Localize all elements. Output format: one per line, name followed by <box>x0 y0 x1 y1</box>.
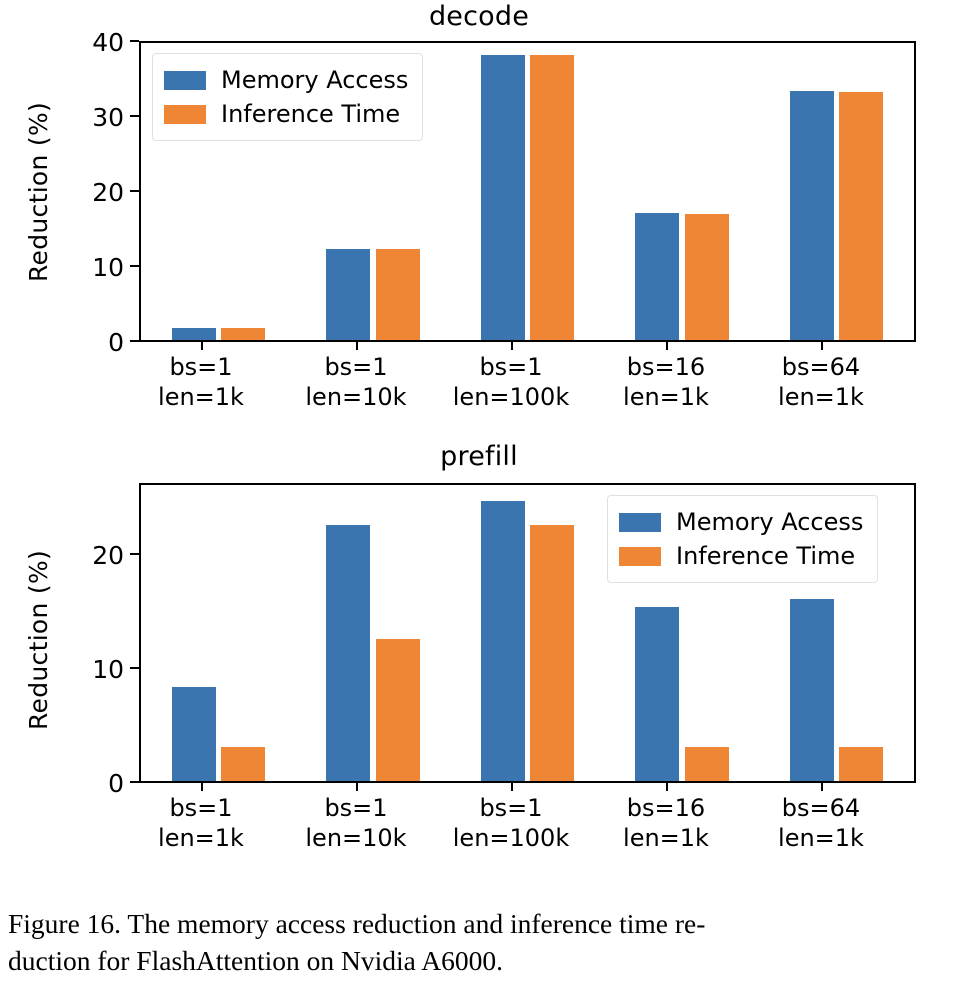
y-tick-mark-prefill-20 <box>130 553 139 556</box>
x-tick-label-prefill-2: bs=1 len=100k <box>436 793 586 853</box>
bar-decode-3-1 <box>684 213 729 340</box>
x-tick-mark-prefill-1 <box>356 782 359 791</box>
figure-16: decode Reduction (%) 0 10 20 30 40 bs=1 … <box>0 0 958 998</box>
bar-prefill-4-0 <box>789 599 834 781</box>
legend-swatch-inference-time-icon <box>619 546 661 566</box>
x-tick-mark-prefill-3 <box>666 782 669 791</box>
bar-prefill-4-1 <box>839 747 884 781</box>
x-tick-label-prefill-0: bs=1 len=1k <box>126 793 276 853</box>
bar-decode-0-1 <box>221 328 266 340</box>
legend-decode: Memory Access Inference Time <box>152 53 424 141</box>
y-tick-mark-decode-20 <box>130 190 139 193</box>
x-tick-label-prefill-3: bs=16 len=1k <box>591 793 741 853</box>
x-tick-label-decode-2-line1: bs=1 <box>479 353 543 381</box>
x-tick-label-decode-1-line1: bs=1 <box>324 353 388 381</box>
bar-decode-2-1 <box>530 54 575 340</box>
x-tick-label-decode-1-line2: len=10k <box>305 383 407 411</box>
x-tick-label-decode-0-line2: len=1k <box>158 383 244 411</box>
y-tick-label-decode-10: 10 <box>92 253 124 282</box>
chart-panel-prefill: prefill Reduction (%) 0 10 20 bs=1 len=1… <box>0 440 958 880</box>
x-tick-label-prefill-3-line2: len=1k <box>623 824 709 852</box>
legend-label-decode-1: Inference Time <box>221 100 401 128</box>
legend-item-decode-1[interactable]: Inference Time <box>164 97 408 131</box>
x-tick-mark-decode-0 <box>201 341 204 350</box>
bar-decode-0-0 <box>171 328 216 340</box>
legend-label-decode-0: Memory Access <box>221 66 409 94</box>
y-tick-mark-prefill-10 <box>130 667 139 670</box>
y-tick-label-decode-20: 20 <box>92 178 124 207</box>
x-tick-label-prefill-4-line1: bs=64 <box>781 794 861 822</box>
x-tick-mark-decode-1 <box>356 341 359 350</box>
x-tick-mark-prefill-0 <box>201 782 204 791</box>
y-tick-mark-decode-0 <box>130 340 139 343</box>
x-tick-label-decode-3-line1: bs=16 <box>626 353 706 381</box>
y-tick-label-prefill-20: 20 <box>92 541 124 570</box>
x-tick-mark-prefill-2 <box>511 782 514 791</box>
legend-item-prefill-0[interactable]: Memory Access <box>619 505 863 539</box>
bar-prefill-1-1 <box>375 638 420 781</box>
y-tick-label-prefill-10: 10 <box>92 655 124 684</box>
y-tick-mark-decode-40 <box>130 40 139 43</box>
y-tick-label-decode-0: 0 <box>108 328 124 357</box>
x-tick-label-decode-4-line1: bs=64 <box>781 353 861 381</box>
y-tick-mark-decode-10 <box>130 265 139 268</box>
x-tick-label-decode-4-line2: len=1k <box>778 383 864 411</box>
legend-label-prefill-1: Inference Time <box>676 542 856 570</box>
bar-prefill-0-0 <box>171 687 216 781</box>
legend-swatch-memory-access-icon <box>619 512 661 532</box>
bar-prefill-0-1 <box>221 747 266 781</box>
bar-prefill-1-0 <box>326 524 371 781</box>
chart-panel-decode: decode Reduction (%) 0 10 20 30 40 bs=1 … <box>0 0 958 430</box>
bar-decode-1-0 <box>326 248 371 340</box>
x-tick-mark-prefill-4 <box>821 782 824 791</box>
x-tick-label-decode-0: bs=1 len=1k <box>126 352 276 412</box>
bar-prefill-2-0 <box>480 500 525 781</box>
bar-decode-4-1 <box>839 92 884 340</box>
y-axis-label-prefill: Reduction (%) <box>24 549 53 730</box>
figure-caption: Figure 16. The memory access reduction a… <box>8 905 952 979</box>
y-tick-label-prefill-0: 0 <box>108 769 124 798</box>
x-tick-mark-decode-4 <box>821 341 824 350</box>
x-tick-label-decode-2-line2: len=100k <box>452 383 570 411</box>
x-tick-mark-decode-2 <box>511 341 514 350</box>
bar-decode-2-0 <box>480 54 525 340</box>
legend-item-prefill-1[interactable]: Inference Time <box>619 539 863 573</box>
bar-decode-1-1 <box>375 248 420 340</box>
x-tick-label-decode-2: bs=1 len=100k <box>436 352 586 412</box>
y-tick-mark-prefill-0 <box>130 781 139 784</box>
bar-prefill-2-1 <box>530 524 575 781</box>
x-tick-label-decode-1: bs=1 len=10k <box>281 352 431 412</box>
x-tick-label-prefill-1-line2: len=10k <box>305 824 407 852</box>
legend-prefill: Memory Access Inference Time <box>607 495 879 583</box>
x-tick-label-decode-3-line2: len=1k <box>623 383 709 411</box>
x-tick-label-prefill-1-line1: bs=1 <box>324 794 388 822</box>
legend-swatch-memory-access-icon <box>164 70 206 90</box>
chart-title-decode: decode <box>428 1 530 32</box>
x-tick-label-prefill-0-line1: bs=1 <box>169 794 233 822</box>
y-tick-mark-decode-30 <box>130 115 139 118</box>
x-tick-label-prefill-2-line2: len=100k <box>452 824 570 852</box>
x-tick-label-prefill-4: bs=64 len=1k <box>746 793 896 853</box>
figure-caption-line-1: Figure 16. The memory access reduction a… <box>8 908 706 939</box>
x-tick-label-prefill-1: bs=1 len=10k <box>281 793 431 853</box>
x-tick-label-prefill-3-line1: bs=16 <box>626 794 706 822</box>
legend-label-prefill-0: Memory Access <box>676 508 864 536</box>
legend-item-decode-0[interactable]: Memory Access <box>164 63 408 97</box>
bar-decode-3-0 <box>635 213 680 340</box>
legend-swatch-inference-time-icon <box>164 104 206 124</box>
x-tick-label-prefill-0-line2: len=1k <box>158 824 244 852</box>
x-tick-label-prefill-4-line2: len=1k <box>778 824 864 852</box>
bar-prefill-3-1 <box>684 747 729 781</box>
x-tick-mark-decode-3 <box>666 341 669 350</box>
x-tick-label-decode-3: bs=16 len=1k <box>591 352 741 412</box>
y-tick-label-decode-30: 30 <box>92 103 124 132</box>
bar-decode-4-0 <box>789 91 834 340</box>
x-tick-label-decode-0-line1: bs=1 <box>169 353 233 381</box>
x-tick-label-decode-4: bs=64 len=1k <box>746 352 896 412</box>
x-tick-label-prefill-2-line1: bs=1 <box>479 794 543 822</box>
figure-caption-line-2: duction for FlashAttention on Nvidia A60… <box>8 945 503 976</box>
bar-prefill-3-0 <box>635 607 680 781</box>
chart-title-prefill: prefill <box>440 441 518 472</box>
y-tick-label-decode-40: 40 <box>92 28 124 57</box>
